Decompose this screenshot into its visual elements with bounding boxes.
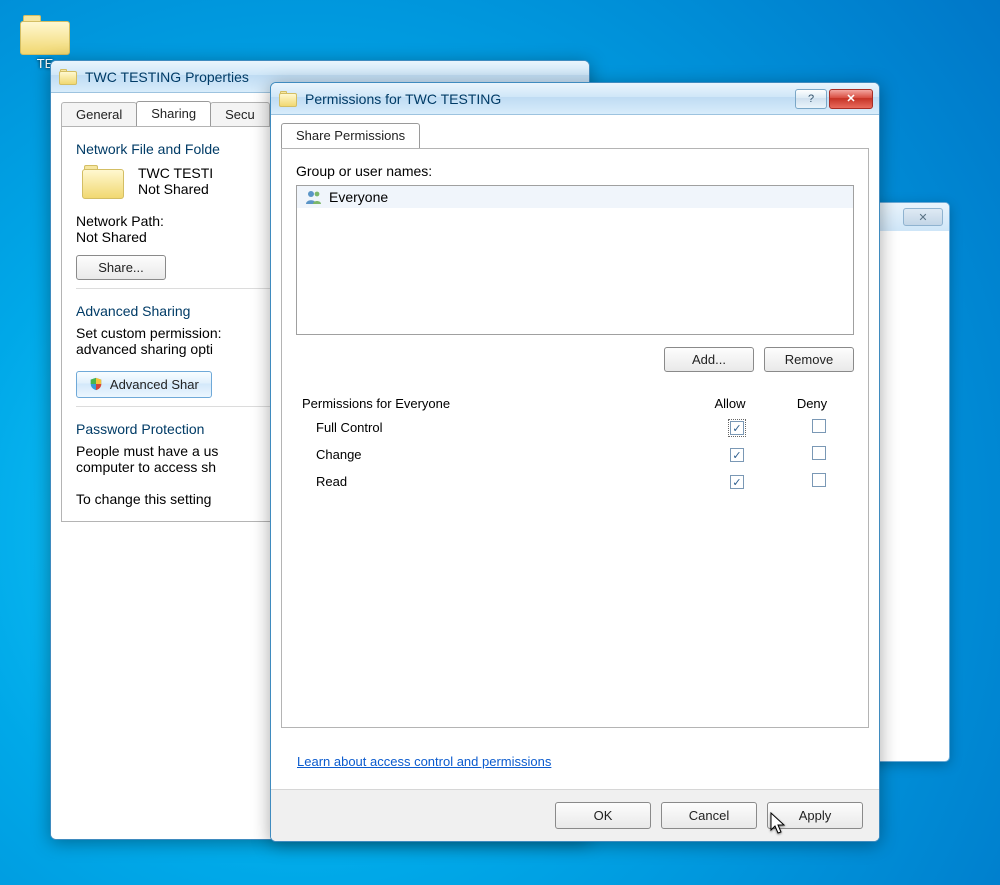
folder-icon	[279, 91, 297, 107]
table-row: Full Control	[298, 415, 852, 440]
tab-sharing[interactable]: Sharing	[136, 101, 211, 126]
list-item[interactable]: Everyone	[297, 186, 853, 208]
permissions-titlebar[interactable]: Permissions for TWC TESTING ? ✕	[271, 83, 879, 115]
table-row: Change	[298, 442, 852, 467]
permissions-table: Permissions for Everyone Allow Deny Full…	[296, 392, 854, 496]
background-close-button[interactable]: ✕	[903, 208, 943, 226]
help-button[interactable]: ?	[795, 89, 827, 109]
folder-icon	[82, 165, 124, 201]
add-button[interactable]: Add...	[664, 347, 754, 372]
people-icon	[305, 189, 323, 205]
share-button[interactable]: Share...	[76, 255, 166, 280]
folder-name: TWC TESTI	[138, 165, 213, 181]
group-names-label: Group or user names:	[296, 163, 854, 179]
checkbox-change-deny[interactable]	[812, 446, 826, 460]
table-row: Read	[298, 469, 852, 494]
permissions-panel: Group or user names: Everyone Add... Rem…	[281, 148, 869, 728]
checkbox-change-allow[interactable]	[730, 448, 744, 462]
apply-button[interactable]: Apply	[767, 802, 863, 829]
folder-icon	[20, 15, 70, 55]
learn-link[interactable]: Learn about access control and permissio…	[297, 754, 551, 769]
perm-change-label: Change	[298, 442, 688, 467]
shield-icon	[89, 377, 103, 391]
permissions-tabstrip: Share Permissions	[271, 115, 879, 148]
cancel-button[interactable]: Cancel	[661, 802, 757, 829]
checkbox-read-allow[interactable]	[730, 475, 744, 489]
ok-button[interactable]: OK	[555, 802, 651, 829]
col-deny: Deny	[772, 394, 852, 413]
remove-button[interactable]: Remove	[764, 347, 854, 372]
perm-full-label: Full Control	[298, 415, 688, 440]
permissions-window: Permissions for TWC TESTING ? ✕ Share Pe…	[270, 82, 880, 842]
permissions-title: Permissions for TWC TESTING	[301, 91, 795, 107]
checkbox-full-allow[interactable]	[730, 421, 744, 435]
perm-read-label: Read	[298, 469, 688, 494]
checkbox-full-deny[interactable]	[812, 419, 826, 433]
tab-share-permissions[interactable]: Share Permissions	[281, 123, 420, 148]
dialog-buttons: OK Cancel Apply	[271, 789, 879, 841]
col-allow: Allow	[690, 394, 770, 413]
user-listbox[interactable]: Everyone	[296, 185, 854, 335]
user-label: Everyone	[329, 189, 388, 205]
folder-icon	[59, 69, 77, 85]
checkbox-read-deny[interactable]	[812, 473, 826, 487]
tab-general[interactable]: General	[61, 102, 137, 126]
folder-status: Not Shared	[138, 181, 213, 197]
close-button[interactable]: ✕	[829, 89, 873, 109]
advanced-sharing-button[interactable]: Advanced Shar	[76, 371, 212, 398]
perm-header: Permissions for Everyone	[298, 394, 688, 413]
tab-security[interactable]: Secu	[210, 102, 270, 126]
advanced-sharing-label: Advanced Shar	[110, 377, 199, 392]
